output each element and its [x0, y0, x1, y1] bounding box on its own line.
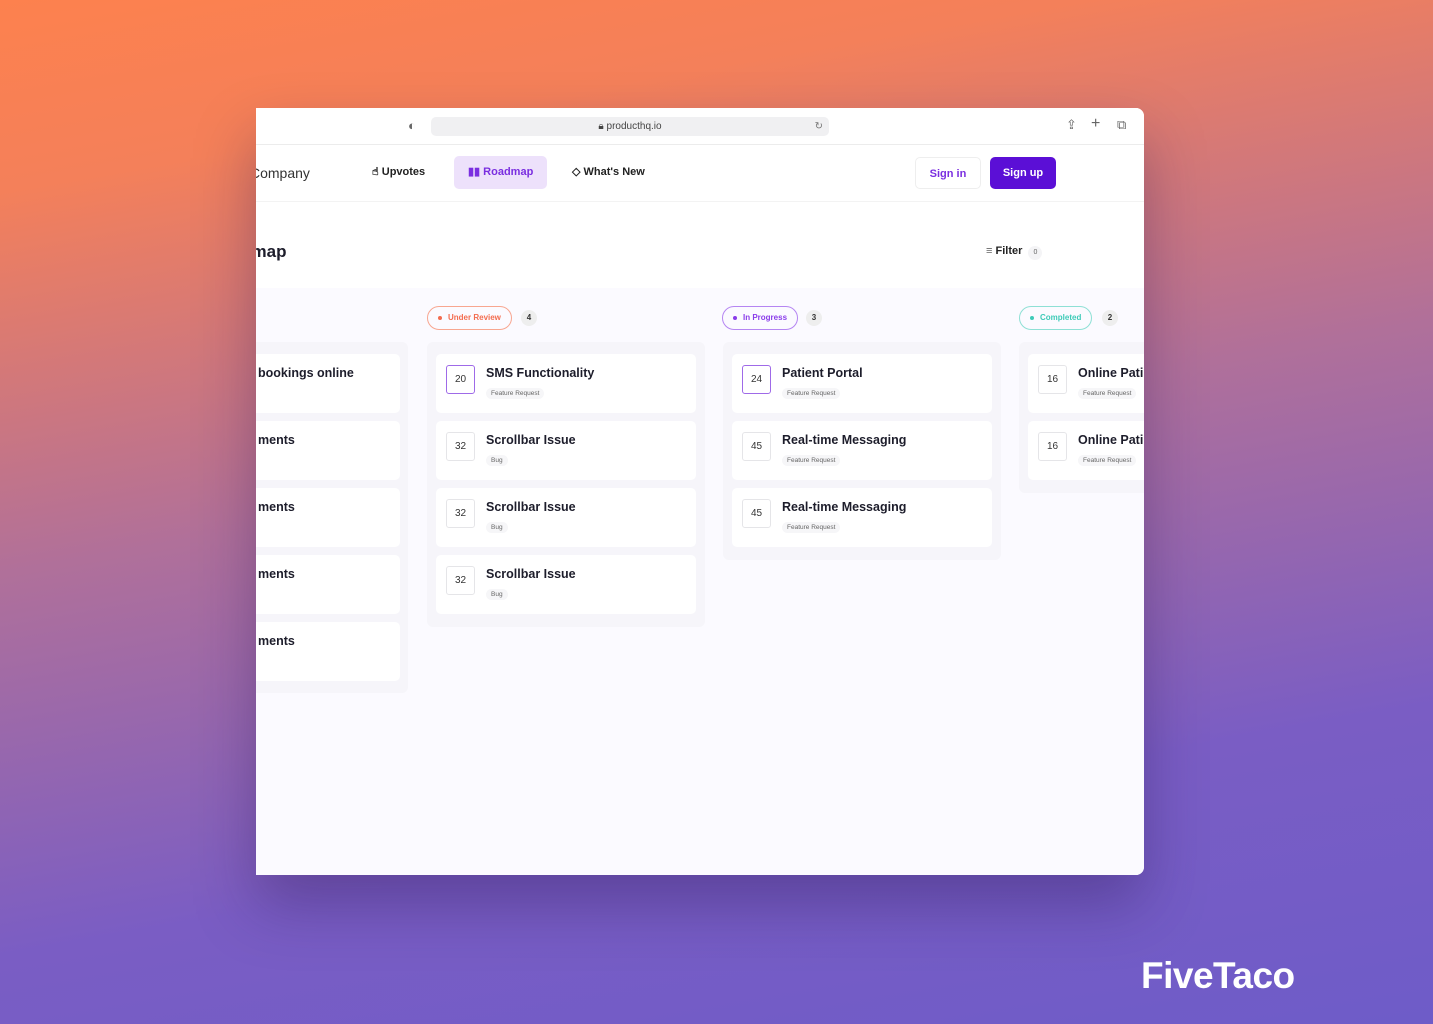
url-text: producthq.io — [606, 121, 662, 132]
card-tag: Bug — [486, 589, 508, 600]
card-title: Scrollbar Issue — [486, 433, 576, 447]
new-tab-icon[interactable]: + — [1091, 115, 1100, 133]
card-title: Real-time Messaging — [782, 500, 907, 514]
status-in-progress[interactable]: In Progress — [722, 306, 799, 330]
sign-in-button[interactable]: Sign in — [915, 157, 981, 189]
roadmap-card[interactable]: 24 Patient Portal Feature Request — [732, 354, 992, 413]
filter-count: 0 — [1028, 246, 1043, 260]
column-completed: 16 Online Pati Feature Request 16 Online Pat… — [1019, 342, 1144, 493]
upvote-button[interactable]: 16 — [1038, 432, 1067, 461]
roadmap-board: bookings online ments ments ments ments Unde… — [256, 288, 1144, 875]
column-under-review: 20 SMS Functionality Feature Request 32 Scro… — [427, 342, 705, 627]
diamond-icon: ◇ — [572, 166, 584, 178]
roadmap-card[interactable]: ments — [256, 488, 400, 547]
upvote-button[interactable]: 24 — [742, 365, 771, 394]
roadmap-card[interactable]: 45 Real-time Messaging Feature Request — [732, 421, 992, 480]
roadmap-icon: ▮▮ — [468, 166, 484, 178]
brand-name[interactable]: Company — [256, 165, 310, 181]
reload-icon[interactable]: ↻ — [815, 117, 823, 136]
upvote-button[interactable]: 32 — [446, 566, 475, 595]
roadmap-card[interactable]: ments — [256, 421, 400, 480]
status-completed[interactable]: Completed — [1019, 306, 1093, 330]
roadmap-card[interactable]: bookings online — [256, 354, 400, 413]
fivetaco-logo: FiveTaco — [1141, 955, 1295, 996]
top-nav: Company ☝︎ Upvotes ▮▮ Roadmap ◇ What's N… — [256, 145, 1144, 202]
card-title: Online Pati — [1078, 433, 1144, 447]
count-badge: 3 — [806, 310, 822, 326]
upvote-button[interactable]: 32 — [446, 432, 475, 461]
card-tag: Feature Request — [1078, 388, 1137, 399]
card-title: ments — [258, 567, 295, 581]
browser-toolbar: ◐ 🔒︎ producthq.io ↻ ⇪ + ⧉ — [256, 108, 1144, 145]
lock-icon: 🔒︎ — [598, 121, 607, 132]
card-title: Patient Portal — [782, 366, 863, 380]
share-icon[interactable]: ⇪ — [1066, 117, 1077, 133]
roadmap-card[interactable]: ments — [256, 622, 400, 681]
upvote-button[interactable]: 20 — [446, 365, 475, 394]
roadmap-card[interactable]: 16 Online Pati Feature Request — [1028, 421, 1144, 480]
card-tag: Feature Request — [782, 388, 841, 399]
nav-roadmap[interactable]: ▮▮ Roadmap — [454, 156, 548, 189]
tabs-icon[interactable]: ⧉ — [1117, 117, 1126, 133]
card-tag: Feature Request — [486, 388, 545, 399]
card-title: Scrollbar Issue — [486, 500, 576, 514]
card-title: ments — [258, 433, 295, 447]
card-tag: Feature Request — [1078, 455, 1137, 466]
upvote-button[interactable]: 16 — [1038, 365, 1067, 394]
card-tag: Bug — [486, 522, 508, 533]
roadmap-card[interactable]: 32 Scrollbar Issue Bug — [436, 555, 696, 614]
roadmap-card[interactable]: 20 SMS Functionality Feature Request — [436, 354, 696, 413]
card-tag: Feature Request — [782, 455, 841, 466]
page-title: Roadmap — [256, 242, 287, 261]
card-title: SMS Functionality — [486, 366, 595, 380]
nav-whats-new[interactable]: ◇ What's New — [558, 156, 659, 189]
count-badge: 2 — [1102, 310, 1118, 326]
roadmap-card[interactable]: ments — [256, 555, 400, 614]
browser-window: ◐ 🔒︎ producthq.io ↻ ⇪ + ⧉ Company ☝︎ Upvo… — [256, 108, 1144, 875]
upvote-button[interactable]: 45 — [742, 499, 771, 528]
thumbs-up-icon: ☝︎ — [372, 166, 382, 178]
roadmap-card[interactable]: 45 Real-time Messaging Feature Request — [732, 488, 992, 547]
upvote-button[interactable]: 32 — [446, 499, 475, 528]
status-under-review[interactable]: Under Review — [427, 306, 512, 330]
roadmap-card[interactable]: 16 Online Pati Feature Request — [1028, 354, 1144, 413]
card-title: bookings online — [258, 366, 354, 380]
card-title: ments — [258, 634, 295, 648]
count-badge: 4 — [521, 310, 537, 326]
card-tag: Bug — [486, 455, 508, 466]
upvote-button[interactable]: 45 — [742, 432, 771, 461]
card-title: ments — [258, 500, 295, 514]
card-title: Online Pati — [1078, 366, 1144, 380]
card-title: Real-time Messaging — [782, 433, 907, 447]
roadmap-card[interactable]: 32 Scrollbar Issue Bug — [436, 421, 696, 480]
address-bar[interactable]: 🔒︎ producthq.io ↻ — [431, 117, 829, 136]
sign-up-button[interactable]: Sign up — [990, 157, 1056, 189]
column: bookings online ments ments ments ments — [256, 342, 408, 693]
filter-button[interactable]: ≡ Filter 0 — [986, 245, 1043, 260]
shield-icon[interactable]: ◐ — [408, 118, 416, 133]
nav-upvotes[interactable]: ☝︎ Upvotes — [358, 156, 439, 189]
column-in-progress: 24 Patient Portal Feature Request 45 Real-ti… — [723, 342, 1001, 560]
roadmap-card[interactable]: 32 Scrollbar Issue Bug — [436, 488, 696, 547]
card-tag: Feature Request — [782, 522, 841, 533]
card-title: Scrollbar Issue — [486, 567, 576, 581]
